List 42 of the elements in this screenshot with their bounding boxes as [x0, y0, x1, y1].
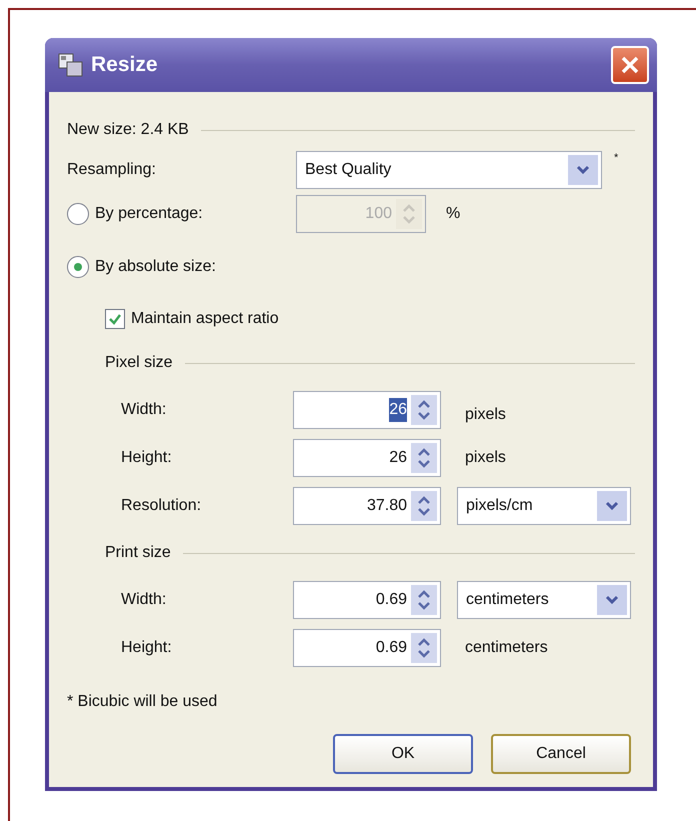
close-icon: [620, 55, 640, 75]
checkmark-icon: [108, 312, 122, 326]
spin-field[interactable]: 0.69: [293, 581, 441, 619]
checkbox-option[interactable]: Maintain aspect ratio: [105, 307, 279, 331]
dropdown-field[interactable]: pixels/cm: [457, 487, 631, 525]
spinner-arrows-icon: [417, 494, 431, 518]
section-heading: Pixel size: [105, 353, 173, 373]
unit-label: %: [446, 204, 460, 224]
spinner-arrows-icon: [402, 202, 416, 226]
unit-label: pixels: [465, 448, 506, 468]
unit-label: pixels: [465, 405, 506, 425]
size-label: New size: 2.4 KB: [67, 120, 189, 140]
field-label: Resampling:: [67, 160, 157, 180]
spinner-arrows-icon: [417, 588, 431, 612]
window-title: Resize: [91, 52, 158, 78]
footnote-text: * Bicubic will be used: [67, 692, 218, 712]
dropdown-field[interactable]: centimeters: [457, 581, 631, 619]
section-heading: Print size: [105, 543, 171, 563]
spin-field[interactable]: 26: [293, 439, 441, 477]
spinner-arrows-icon: [417, 636, 431, 660]
dialog-button[interactable]: OK: [333, 734, 473, 774]
radio-option[interactable]: By percentage:: [67, 202, 296, 226]
spinner-arrows-icon: [417, 398, 431, 422]
spin-field[interactable]: 37.80: [293, 487, 441, 525]
footnote-mark: *: [614, 151, 618, 166]
field-label: Width:: [121, 400, 168, 420]
field-label: Height:: [121, 448, 173, 468]
radio-option[interactable]: By absolute size:: [67, 255, 296, 279]
close-button[interactable]: [611, 46, 649, 84]
field-label: Resolution:: [121, 496, 202, 516]
dropdown-field[interactable]: Best Quality: [296, 151, 602, 189]
chevron-down-icon: [576, 165, 590, 175]
spin-field[interactable]: 26: [293, 391, 441, 429]
resize-app-icon: [57, 51, 85, 79]
field-label: Height:: [121, 638, 173, 658]
chevron-down-icon: [605, 595, 619, 605]
spin-field[interactable]: 0.69: [293, 629, 441, 667]
unit-label: centimeters: [465, 638, 548, 658]
dialog-button[interactable]: Cancel: [491, 734, 631, 774]
spinner-arrows-icon: [417, 446, 431, 470]
field-label: Width:: [121, 590, 168, 610]
chevron-down-icon: [605, 501, 619, 511]
